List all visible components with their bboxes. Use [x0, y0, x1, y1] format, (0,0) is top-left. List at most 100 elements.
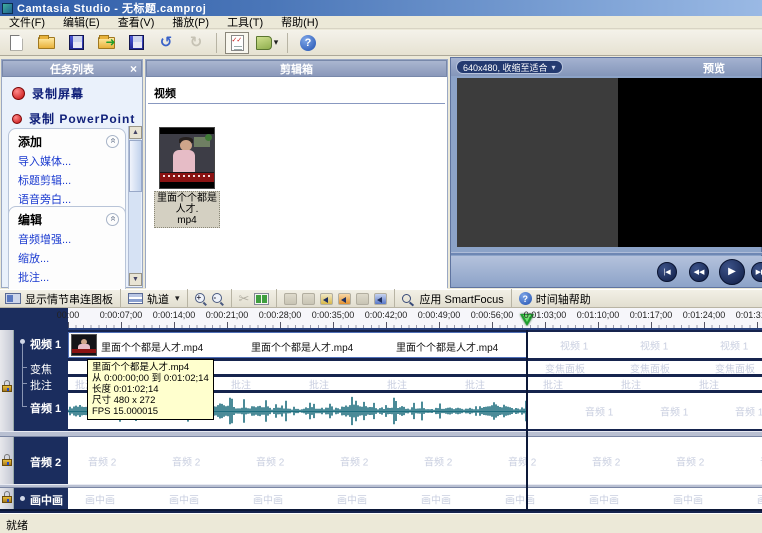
import-media-button[interactable]: ➜ [94, 32, 118, 54]
save-icon [69, 35, 84, 50]
help-button[interactable]: ? [296, 32, 320, 54]
record-screen-item[interactable]: 录制屏幕 [12, 85, 142, 102]
track-ghost-label: 音频 2 [508, 453, 536, 468]
produce-share-button[interactable] [124, 32, 148, 54]
ruler-tick-label: 0:00:21;00 [206, 310, 249, 320]
lock-icon[interactable] [2, 454, 12, 466]
ruler-major-tick [227, 322, 228, 328]
task-link[interactable]: 批注... [18, 269, 125, 285]
toolbar-separator [216, 33, 217, 53]
play-button[interactable]: ▶ [719, 259, 745, 285]
track-label-audio1[interactable]: 音频 1 [30, 400, 61, 416]
close-icon[interactable]: × [130, 62, 137, 76]
camtasia-window: Camtasia Studio - 无标题.camproj 文件(F)编辑(E)… [0, 0, 762, 533]
zoom-out-button[interactable]: - [212, 293, 224, 305]
record-powerpoint-item[interactable]: 录制 PowerPoint [12, 110, 142, 127]
track-tree-stub [22, 406, 27, 407]
ruler-major-tick [280, 322, 281, 328]
task-link[interactable]: 标题剪辑... [18, 172, 125, 188]
lock-icon[interactable] [2, 380, 12, 392]
timeline-ruler[interactable]: 00:000:00:07;000:00:14;000:00:21;000:00:… [0, 308, 762, 330]
ruler-tick-label: 0:00:35;00 [312, 310, 355, 320]
task-link[interactable]: 语音旁白... [18, 191, 125, 207]
task-list-header: 任务列表 × [2, 60, 142, 77]
track-ghost-label: 画中画 [673, 491, 703, 506]
fast-forward-button[interactable]: ▶▶ [751, 262, 762, 282]
volume-down-button[interactable] [338, 293, 351, 305]
chevron-down-icon: ▾ [552, 63, 556, 72]
tooltip-dimensions: 尺寸 480 x 272 [92, 395, 209, 406]
ruler-tick-label: 0:00:42;00 [365, 310, 408, 320]
ruler-tick-label: 0:00:14;00 [153, 310, 196, 320]
task-link[interactable]: 导入媒体... [18, 153, 125, 169]
previous-frame-button[interactable]: |◀ [657, 262, 677, 282]
track-ghost-label: 音频 2 [676, 453, 704, 468]
rewind-button[interactable]: ◀◀ [689, 262, 709, 282]
undo-button[interactable]: ↺ [154, 32, 178, 54]
open-project-button[interactable] [34, 32, 58, 54]
track-ghost-label: 音频 1 [660, 404, 688, 419]
clip-bin-item[interactable]: 里面个个都是人才. mp4 [154, 127, 220, 228]
scroll-down-icon[interactable]: ▼ [129, 273, 142, 286]
add-audio-point-button[interactable] [374, 293, 387, 305]
preview-size-value: 640x480, 收缩至适合 [463, 61, 548, 74]
scroll-up-icon[interactable]: ▲ [129, 126, 142, 139]
toolbar-separator [231, 289, 232, 309]
lock-icon[interactable] [2, 491, 12, 503]
preview-seek-groove[interactable] [451, 252, 762, 255]
track-label-pip[interactable]: 画中画 [30, 492, 63, 508]
track-ghost-label: 变焦面板 [630, 360, 670, 375]
ruler-tick-label: 0:01:03;00 [524, 310, 567, 320]
menu-item-3[interactable]: 播放(P) [163, 14, 218, 30]
track-row-audio2[interactable]: 音频 2音频 2音频 2音频 2音频 2音频 2音频 2音频 2音频 2 [68, 437, 762, 484]
show-storyboard-button[interactable]: 显示情节串连图板 [5, 291, 113, 307]
ruler-tick-label: 0:01:17;00 [630, 310, 673, 320]
chevron-down-icon[interactable]: ▾ [274, 37, 279, 48]
thumbnail-plant [205, 134, 212, 141]
menu-item-2[interactable]: 查看(V) [109, 14, 164, 30]
track-ghost-label: 批注 [543, 376, 563, 391]
timeline-clip[interactable]: 里面个个都是人才.mp4里面个个都是人才.mp4里面个个都是人才.mp4 [68, 332, 527, 358]
split-button[interactable] [254, 293, 269, 305]
volume-up-button[interactable] [320, 293, 333, 305]
preview-size-selector[interactable]: 640x480, 收缩至适合 ▾ [456, 60, 563, 74]
menu-item-0[interactable]: 文件(F) [0, 14, 54, 30]
track-row-pip[interactable]: 画中画画中画画中画画中画画中画画中画画中画画中画画中画 [68, 488, 762, 509]
minus-icon: - [214, 293, 217, 302]
track-label-video1[interactable]: 视频 1 [30, 336, 61, 352]
ruler-major-tick [174, 322, 175, 328]
track-ghost-label: 视频 1 [720, 338, 748, 353]
menu-item-4[interactable]: 工具(T) [218, 14, 272, 30]
collapse-chevron-icon[interactable]: « [106, 135, 119, 148]
task-list-title: 任务列表 [50, 61, 94, 77]
task-link[interactable]: 缩放... [18, 250, 125, 266]
task-link[interactable]: 音频增强... [18, 231, 125, 247]
track-label-zoom[interactable]: 变焦 [30, 361, 52, 377]
collapse-chevron-icon[interactable]: « [106, 213, 119, 226]
playhead-line[interactable] [526, 330, 528, 511]
previous-icon: |◀ [663, 268, 670, 276]
track-label-audio2[interactable]: 音频 2 [30, 454, 61, 470]
notebook-button[interactable]: ▾ [255, 32, 279, 54]
menu-item-5[interactable]: 帮助(H) [272, 14, 327, 30]
save-project-button[interactable] [64, 32, 88, 54]
task-list-toggle-button[interactable] [225, 32, 249, 54]
clip-bin-category: 视频 [154, 85, 447, 101]
apply-smartfocus-button[interactable]: 应用 SmartFocus [402, 291, 503, 307]
track-label-callout[interactable]: 批注 [30, 377, 52, 393]
redo-button[interactable]: ↻ [184, 32, 208, 54]
clip-caption: 里面个个都是人才. mp4 [154, 191, 220, 228]
track-row-video1[interactable]: 里面个个都是人才.mp4里面个个都是人才.mp4里面个个都是人才.mp4 视频 … [68, 332, 762, 358]
clip-bin-title: 剪辑箱 [280, 61, 313, 77]
task-scrollbar[interactable]: ▲ ▼ [128, 126, 141, 286]
zoom-in-button[interactable]: + [195, 293, 207, 305]
track-ghost-label: 画中画 [85, 491, 115, 506]
tracks-dropdown-button[interactable]: 轨道 ▾ [128, 291, 180, 307]
preview-header: 640x480, 收缩至适合 ▾ 预览 [451, 58, 761, 76]
menu-item-1[interactable]: 编辑(E) [54, 14, 109, 30]
audio-fade-out-button [302, 293, 315, 305]
timeline-help-button[interactable]: ? 时间轴帮助 [519, 291, 591, 307]
new-project-button[interactable] [4, 32, 28, 54]
track-ghost-label: 画中画 [421, 491, 451, 506]
scrollbar-thumb[interactable] [129, 140, 142, 192]
